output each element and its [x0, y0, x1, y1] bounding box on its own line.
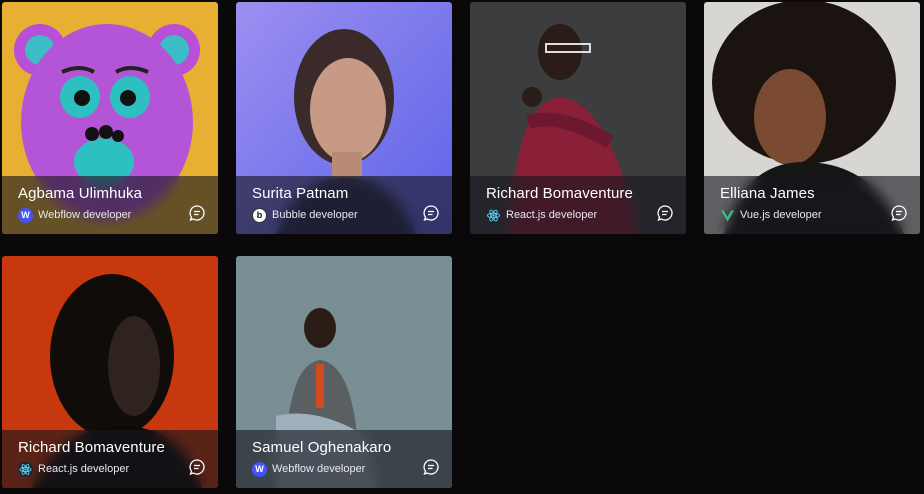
developer-name: Elliana James	[720, 185, 815, 202]
developer-role: Vue.js developer	[720, 207, 822, 223]
webflow-icon: W	[18, 207, 33, 223]
message-icon[interactable]	[890, 204, 908, 222]
developer-card[interactable]: Surita Patnam b Bubble developer	[236, 2, 452, 234]
developer-role-label: Webflow developer	[272, 463, 366, 475]
message-icon[interactable]	[422, 458, 440, 476]
developer-card[interactable]: Samuel Oghenakaro W Webflow developer	[236, 256, 452, 488]
message-icon[interactable]	[188, 458, 206, 476]
developer-info: Richard Bomaventure React.js developer	[470, 176, 686, 234]
message-icon[interactable]	[422, 204, 440, 222]
developer-info: Surita Patnam b Bubble developer	[236, 176, 452, 234]
developer-name: Richard Bomaventure	[18, 439, 165, 456]
developer-name: Surita Patnam	[252, 185, 349, 202]
developer-card[interactable]: Agbama Ulimhuka W Webflow developer	[2, 2, 218, 234]
developer-role: React.js developer	[486, 207, 597, 223]
developer-role: W Webflow developer	[252, 461, 365, 477]
developer-name: Samuel Oghenakaro	[252, 439, 392, 456]
developer-card[interactable]: Richard Bomaventure React.js developer	[470, 2, 686, 234]
developer-role-label: Bubble developer	[272, 209, 358, 221]
developer-role: W Webflow developer	[18, 207, 131, 223]
developer-info: Richard Bomaventure React.js developer	[2, 430, 218, 488]
developer-card[interactable]: Elliana James Vue.js developer	[704, 2, 920, 234]
developer-name: Richard Bomaventure	[486, 185, 633, 202]
developer-role-label: React.js developer	[506, 209, 598, 221]
bubble-icon: b	[252, 207, 267, 223]
developer-grid: Agbama Ulimhuka W Webflow developer Suri…	[0, 0, 924, 494]
message-icon[interactable]	[656, 204, 674, 222]
react-icon	[486, 208, 501, 223]
react-icon	[18, 461, 33, 477]
message-icon[interactable]	[188, 204, 206, 222]
webflow-icon: W	[252, 461, 267, 477]
developer-info: Agbama Ulimhuka W Webflow developer	[2, 176, 218, 234]
developer-name: Agbama Ulimhuka	[18, 185, 143, 202]
vue-icon	[720, 208, 735, 223]
developer-role-label: React.js developer	[38, 463, 130, 475]
developer-info: Samuel Oghenakaro W Webflow developer	[236, 430, 452, 488]
developer-card[interactable]: Richard Bomaventure React.js developer	[2, 256, 218, 488]
developer-role-label: Webflow developer	[38, 209, 132, 221]
developer-role-label: Vue.js developer	[740, 209, 822, 221]
developer-role: React.js developer	[18, 461, 129, 477]
developer-role: b Bubble developer	[252, 207, 358, 223]
developer-info: Elliana James Vue.js developer	[704, 176, 920, 234]
